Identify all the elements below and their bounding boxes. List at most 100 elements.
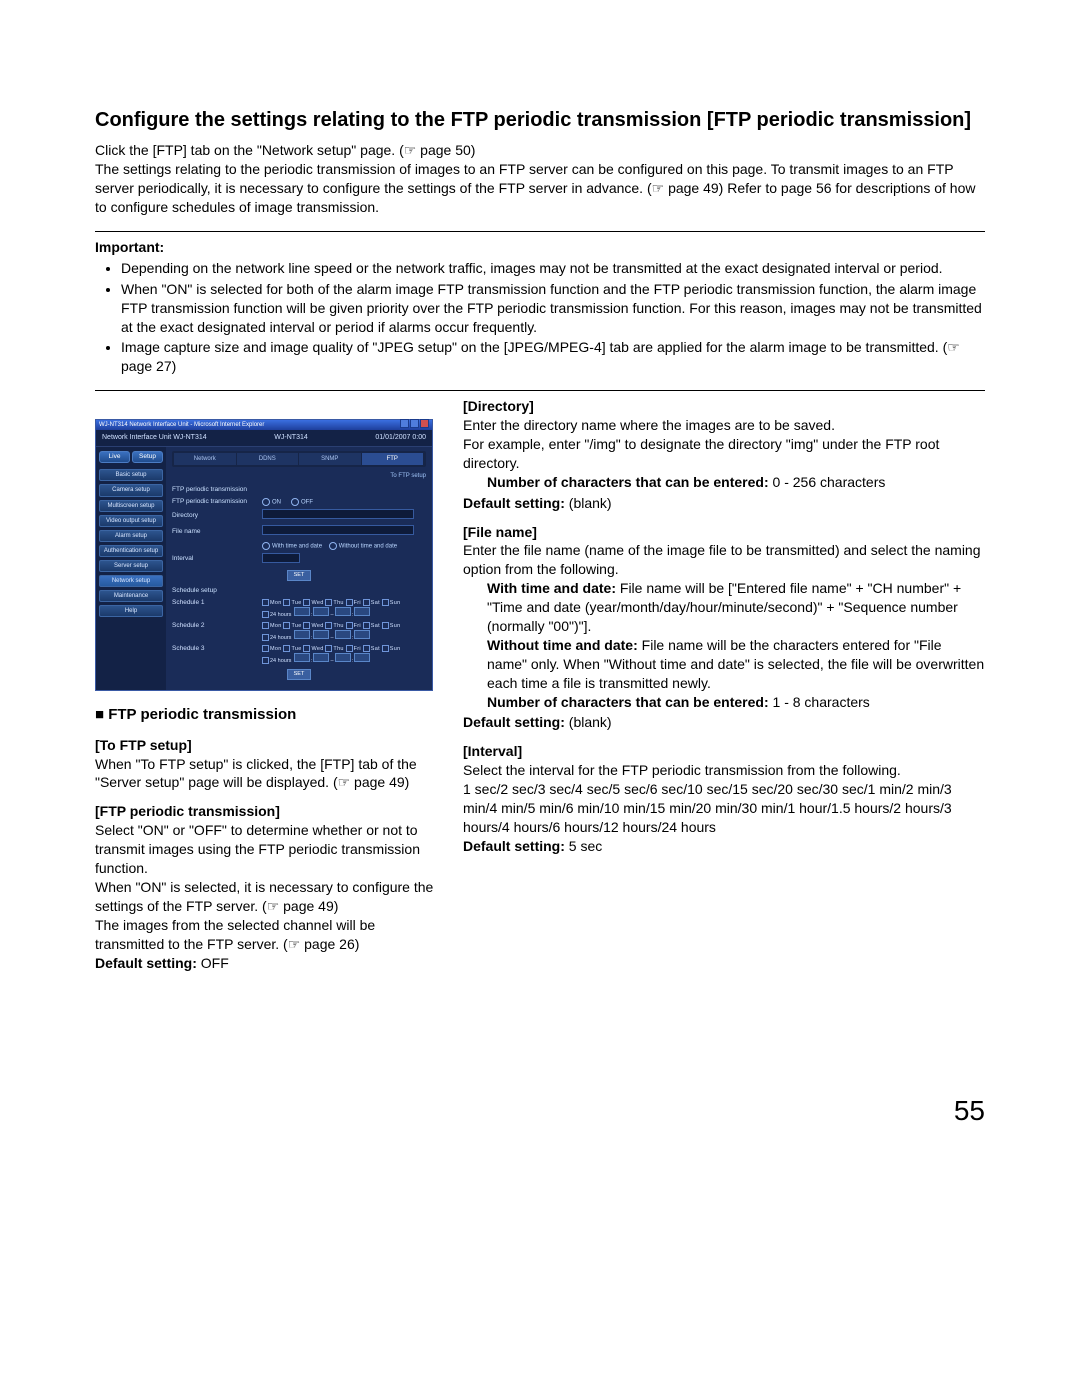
ftp-trans-body-1: Select "ON" or "OFF" to determine whethe… xyxy=(95,821,435,878)
interval-default-val: 5 sec xyxy=(565,838,602,854)
section-ftp-periodic: ■ FTP periodic transmission xyxy=(95,705,435,725)
section-ftp-title: FTP periodic transmission xyxy=(172,486,426,495)
time-sel[interactable] xyxy=(354,607,370,616)
radio-withoutdate[interactable] xyxy=(329,542,337,550)
to-ftp-setup-body: When "To FTP setup" is clicked, the [FTP… xyxy=(95,755,435,793)
tab-ftp[interactable]: FTP xyxy=(362,453,425,465)
ftp-trans-body-2: When "ON" is selected, it is necessary t… xyxy=(95,878,435,916)
label-interval: Interval xyxy=(172,555,262,564)
tab-ddns[interactable]: DDNS xyxy=(237,453,300,465)
ftp-trans-body-3: The images from the selected channel wil… xyxy=(95,916,435,954)
day-cb[interactable] xyxy=(283,599,290,606)
input-filename[interactable] xyxy=(262,525,414,535)
datetime: 01/01/2007 0:00 xyxy=(375,433,426,442)
tab-snmp[interactable]: SNMP xyxy=(299,453,362,465)
radio-on-label: ON xyxy=(272,499,281,505)
interval-body-1: Select the interval for the FTP periodic… xyxy=(463,761,985,780)
schedule-row-2: Schedule 2 Mon Tue Wed Thu Fri Sat Sun 2… xyxy=(172,622,426,643)
content-pane: Network DDNS SNMP FTP To FTP setup FTP p… xyxy=(166,447,432,691)
sidebar-item-alarm[interactable]: Alarm setup xyxy=(99,530,163,542)
page-number: 55 xyxy=(95,1092,985,1130)
hours24-cb[interactable] xyxy=(262,611,269,618)
schedule-row-1: Schedule 1 Mon Tue Wed Thu Fri Sat Sun 2… xyxy=(172,599,426,620)
hours24-label: 24 hours xyxy=(270,612,291,618)
schedule-table: Schedule 1 Mon Tue Wed Thu Fri Sat Sun 2… xyxy=(172,599,426,665)
directory-body-1: Enter the directory name where the image… xyxy=(463,416,985,435)
important-label: Important: xyxy=(95,238,985,257)
label-ftp-periodic: FTP periodic transmission xyxy=(172,498,262,507)
schedule-3-label: Schedule 3 xyxy=(172,645,262,666)
radio-off[interactable] xyxy=(291,498,299,506)
sidebar-item-help[interactable]: Help xyxy=(99,605,163,617)
to-ftp-setup-link[interactable]: To FTP setup xyxy=(172,471,426,482)
schedule-row-3: Schedule 3 Mon Tue Wed Thu Fri Sat Sun 2… xyxy=(172,645,426,666)
filename-body: Enter the file name (name of the image f… xyxy=(463,541,985,579)
notes-list: Depending on the network line speed or t… xyxy=(95,259,985,376)
label-directory: Directory xyxy=(172,512,262,521)
ftp-default-value: OFF xyxy=(197,955,229,971)
day-cb[interactable] xyxy=(303,599,310,606)
ftp-default-label: Default setting: xyxy=(95,955,197,971)
radio-withoutdate-label: Without time and date xyxy=(339,543,397,549)
page-heading: Configure the settings relating to the F… xyxy=(95,108,985,133)
ftp-trans-head: [FTP periodic transmission] xyxy=(95,802,435,821)
set-button-2[interactable]: SET xyxy=(287,669,311,680)
sidebar-item-video[interactable]: Video output setup xyxy=(99,515,163,527)
file-default-label: Default setting: xyxy=(463,714,565,730)
time-sel[interactable] xyxy=(313,607,329,616)
radio-withdate-label: With time and date xyxy=(272,543,322,549)
file-opt1-label: With time and date: xyxy=(487,580,616,596)
setup-button[interactable]: Setup xyxy=(132,451,163,464)
schedule-2-label: Schedule 2 xyxy=(172,622,262,643)
sidebar: Live Setup Basic setup Camera setup Mult… xyxy=(96,447,166,691)
note-item: Depending on the network line speed or t… xyxy=(121,259,985,278)
directory-body-2: For example, enter "/img" to designate t… xyxy=(463,435,985,473)
time-sel[interactable] xyxy=(335,607,351,616)
sidebar-item-server[interactable]: Server setup xyxy=(99,560,163,572)
sidebar-item-maintenance[interactable]: Maintenance xyxy=(99,590,163,602)
day-cb[interactable] xyxy=(363,599,370,606)
file-default-val: (blank) xyxy=(565,714,612,730)
tab-strip: Network DDNS SNMP FTP xyxy=(172,451,426,467)
schedule-1-label: Schedule 1 xyxy=(172,599,262,620)
sidebar-item-multiscreen[interactable]: Multiscreen setup xyxy=(99,500,163,512)
titlebar: WJ-NT314 Network Interface Unit - Micros… xyxy=(96,420,432,430)
tab-network[interactable]: Network xyxy=(174,453,237,465)
app-header: Network Interface Unit WJ-NT314 WJ-NT314… xyxy=(96,430,432,446)
label-filename: File name xyxy=(172,528,262,537)
section-schedule-title: Schedule setup xyxy=(172,587,426,596)
sidebar-item-network[interactable]: Network setup xyxy=(99,575,163,587)
radio-withdate[interactable] xyxy=(262,542,270,550)
app-window: WJ-NT314 Network Interface Unit - Micros… xyxy=(95,419,433,691)
file-opt2-label: Without time and date: xyxy=(487,637,638,653)
interval-head: [Interval] xyxy=(463,742,985,761)
sidebar-item-basic[interactable]: Basic setup xyxy=(99,469,163,481)
schedule-days: Mon Tue Wed Thu Fri Sat Sun xyxy=(262,599,426,607)
radio-off-label: OFF xyxy=(301,499,313,505)
dir-default-val: (blank) xyxy=(565,495,612,511)
set-button-1[interactable]: SET xyxy=(287,570,311,581)
dir-chars-val: 0 - 256 characters xyxy=(769,474,886,490)
time-sel[interactable] xyxy=(294,607,310,616)
note-item: When "ON" is selected for both of the al… xyxy=(121,280,985,337)
sidebar-item-auth[interactable]: Authentication setup xyxy=(99,545,163,557)
divider-bottom xyxy=(95,390,985,391)
day-cb[interactable] xyxy=(325,599,332,606)
interval-body-2: 1 sec/2 sec/3 sec/4 sec/5 sec/6 sec/10 s… xyxy=(463,780,985,837)
divider-top xyxy=(95,231,985,232)
filename-head: [File name] xyxy=(463,523,985,542)
dir-default-label: Default setting: xyxy=(463,495,565,511)
window-controls[interactable] xyxy=(399,419,429,431)
input-directory[interactable] xyxy=(262,509,414,519)
titlebar-text: WJ-NT314 Network Interface Unit - Micros… xyxy=(99,421,264,429)
intro-text-1: Click the [FTP] tab on the "Network setu… xyxy=(95,141,985,160)
day-cb[interactable] xyxy=(346,599,353,606)
sidebar-item-camera[interactable]: Camera setup xyxy=(99,484,163,496)
day-cb[interactable] xyxy=(262,599,269,606)
product-right: WJ-NT314 xyxy=(274,433,307,442)
radio-on[interactable] xyxy=(262,498,270,506)
day-cb[interactable] xyxy=(382,599,389,606)
file-chars-label: Number of characters that can be entered… xyxy=(487,694,769,710)
live-button[interactable]: Live xyxy=(99,451,130,464)
select-interval[interactable] xyxy=(262,553,300,563)
